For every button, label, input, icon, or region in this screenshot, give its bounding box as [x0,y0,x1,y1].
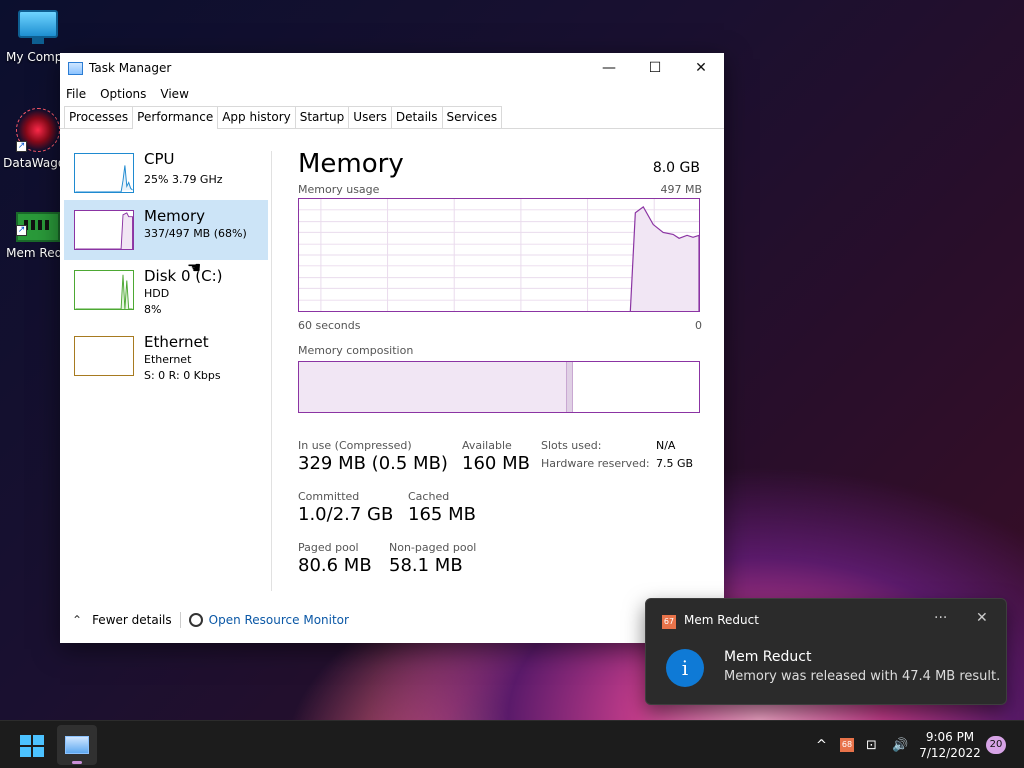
in-use-value: 329 MB (0.5 MB) [298,453,448,474]
toast-close-icon[interactable]: ✕ [976,610,988,626]
resource-detail: 337/497 MB (68%) [144,227,247,240]
tab-services[interactable]: Services [441,106,503,128]
network-icon[interactable]: ⊡ [866,721,877,768]
tray-overflow-chevron-icon[interactable]: ^ [816,721,827,768]
windows-start-icon[interactable] [20,735,44,757]
title-bar[interactable]: Task Manager — ☐ ✕ [60,53,724,83]
resource-disk[interactable]: Disk 0 (C:) HDD 8% [64,260,268,320]
toast-body: Memory was released with 47.4 MB result. [724,669,1001,684]
volume-icon[interactable]: 🔊 [892,721,908,768]
close-button[interactable]: ✕ [678,53,724,83]
cpu-sparkline [74,153,134,193]
task-manager-icon [68,61,83,75]
monitor-icon [16,10,60,46]
mem-reduct-tray-icon[interactable]: 68 [840,738,854,752]
taskbar-task-manager[interactable] [57,725,97,765]
slots-value: N/A [656,439,676,452]
toast-notification[interactable]: 67 Mem Reduct ··· ✕ i Mem Reduct Memory … [645,598,1007,705]
usage-max: 497 MB [660,183,702,196]
task-manager-icon [65,736,89,754]
disk-sparkline [74,270,134,310]
non-paged-pool-value: 58.1 MB [389,555,463,576]
toast-heading: Mem Reduct [724,649,812,665]
memory-panel: Memory 8.0 GB Memory usage 497 MB 60 sec… [298,149,702,599]
memory-stats: In use (Compressed) 329 MB (0.5 MB) Avai… [298,439,702,599]
info-icon: i [666,649,704,687]
non-paged-pool-label: Non-paged pool [389,541,477,554]
resource-monitor-icon [188,613,203,627]
committed-value: 1.0/2.7 GB [298,504,394,525]
slots-label: Slots used: [541,439,602,452]
panel-title: Memory [298,149,404,179]
time-axis-right: 0 [695,319,702,332]
mem-reduct-badge-icon: 67 [662,615,676,629]
active-indicator [72,761,82,764]
tab-startup[interactable]: Startup [294,106,350,128]
panel-divider[interactable] [271,151,272,591]
window-title: Task Manager [89,61,172,75]
usage-caption: Memory usage [298,183,380,196]
shortcut-arrow-icon: ↗ [16,141,27,152]
tab-details[interactable]: Details [390,106,443,128]
available-value: 160 MB [462,453,530,474]
menu-file[interactable]: File [66,87,86,101]
available-label: Available [462,439,512,452]
memory-composition-bar [298,361,700,413]
resource-detail: Ethernet [144,353,192,366]
tab-strip: Processes Performance App history Startu… [60,105,724,129]
minimize-button[interactable]: — [586,53,632,83]
clock[interactable]: 9:06 PM 7/12/2022 [918,729,982,761]
composition-caption: Memory composition [298,344,414,357]
open-resource-monitor-link[interactable]: Open Resource Monitor [209,613,349,627]
memory-total: 8.0 GB [652,160,700,176]
hand-cursor-icon: ☚ [187,258,202,277]
menu-view[interactable]: View [160,87,188,101]
clock-date: 7/12/2022 [919,746,981,760]
resource-memory[interactable]: Memory 337/497 MB (68%) [64,200,268,260]
clock-time: 9:06 PM [925,730,975,744]
resource-ethernet[interactable]: Ethernet Ethernet S: 0 R: 0 Kbps [64,326,268,386]
composition-modified[interactable] [567,362,573,412]
footer-separator [179,612,181,628]
toast-app-name: Mem Reduct [684,613,759,627]
resource-list: CPU 25% 3.79 GHz Memory 337/497 MB (68%)… [60,129,272,589]
resource-detail: 25% 3.79 GHz [144,173,223,186]
resource-name: Ethernet [144,333,209,351]
menu-options[interactable]: Options [100,87,146,101]
task-manager-window: Task Manager — ☐ ✕ File Options View Pro… [60,53,724,643]
time-axis-left: 60 seconds [298,319,361,332]
menu-bar: File Options View [60,83,724,105]
tab-users[interactable]: Users [348,106,392,128]
memory-sparkline [74,210,134,250]
composition-in-use[interactable] [299,362,567,412]
resource-name: Memory [144,207,206,225]
resource-name: CPU [144,150,175,168]
taskbar: ^ 68 ⊡ 🔊 9:06 PM 7/12/2022 20 [0,720,1024,768]
paged-pool-label: Paged pool [298,541,359,554]
paged-pool-value: 80.6 MB [298,555,372,576]
ethernet-sparkline [74,336,134,376]
shortcut-arrow-icon: ↗ [16,225,27,236]
tab-performance[interactable]: Performance [132,106,219,129]
hardware-reserved-value: 7.5 GB [656,457,694,470]
tab-processes[interactable]: Processes [64,106,134,128]
resource-detail-2: 8% [144,303,162,316]
footer-bar: ⌃ Fewer details Open Resource Monitor [60,605,724,635]
more-options-icon[interactable]: ··· [934,610,947,626]
resource-name: Disk 0 (C:) [144,267,223,285]
cached-value: 165 MB [408,504,476,525]
cached-label: Cached [408,490,450,503]
notification-count-badge[interactable]: 20 [986,736,1006,754]
resource-detail-2: S: 0 R: 0 Kbps [144,369,221,382]
memory-usage-graph [298,198,700,312]
maximize-button[interactable]: ☐ [632,53,678,83]
chevron-up-icon[interactable]: ⌃ [72,613,82,627]
fewer-details-link[interactable]: Fewer details [92,613,172,627]
in-use-label: In use (Compressed) [298,439,412,452]
hardware-reserved-label: Hardware reserved: [541,457,650,470]
resource-cpu[interactable]: CPU 25% 3.79 GHz [64,143,268,203]
committed-label: Committed [298,490,360,503]
resource-detail: HDD [144,287,170,300]
tab-app-history[interactable]: App history [217,106,296,128]
